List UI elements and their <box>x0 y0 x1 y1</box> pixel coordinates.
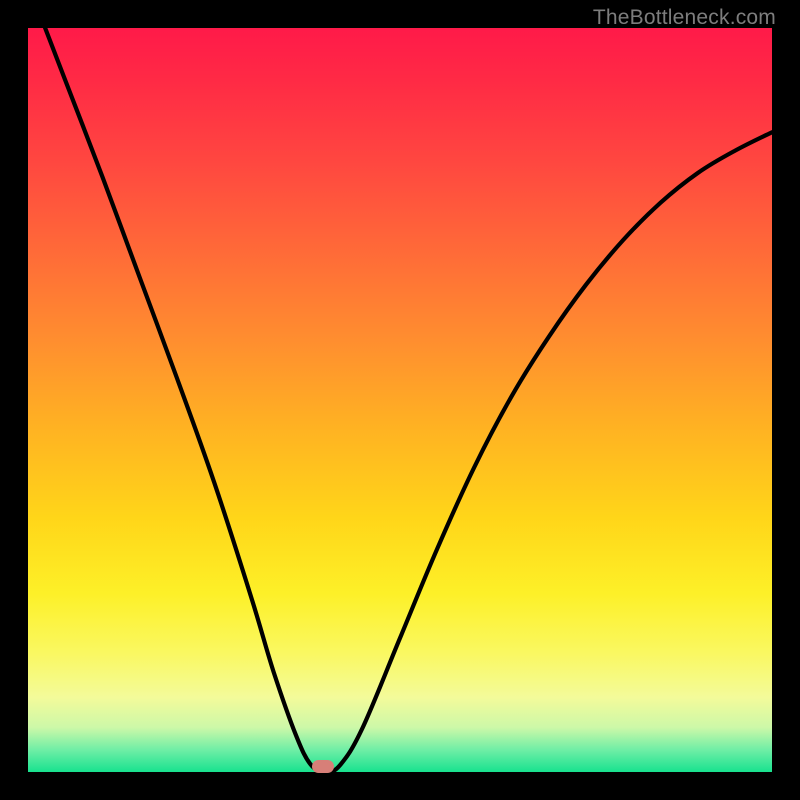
bottleneck-curve <box>28 28 772 772</box>
chart-frame: TheBottleneck.com <box>0 0 800 800</box>
optimum-marker <box>312 760 334 773</box>
chart-plot-area <box>28 28 772 772</box>
watermark-text: TheBottleneck.com <box>593 6 776 30</box>
curve-path <box>28 0 772 772</box>
